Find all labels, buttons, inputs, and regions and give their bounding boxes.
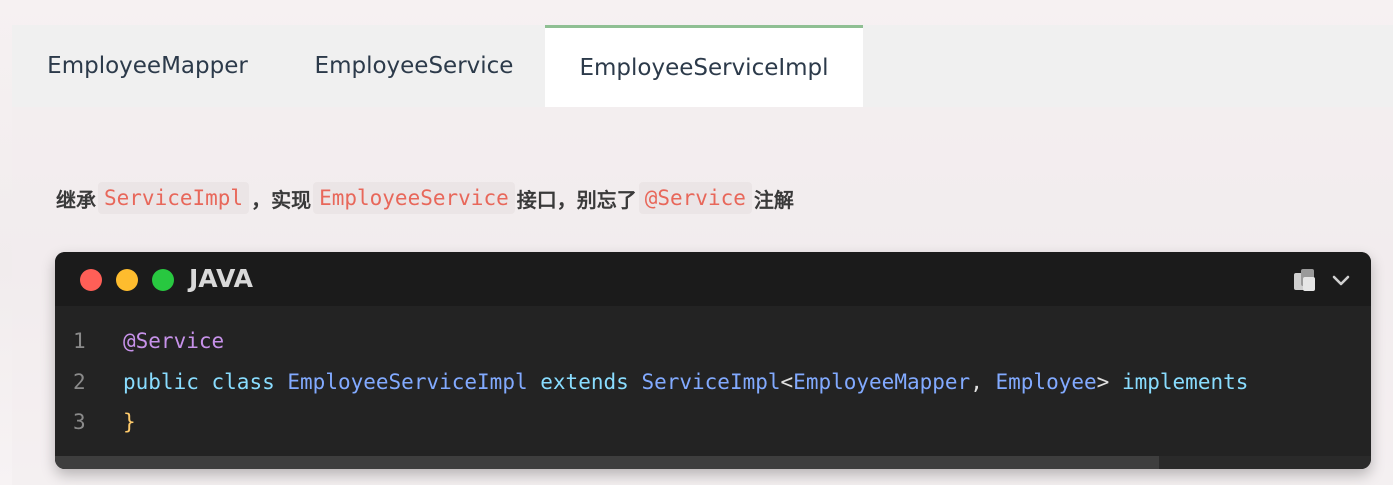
code-block: JAVA 1 @Service 2 public class EmployeeS… bbox=[55, 252, 1371, 469]
code-type: Employee bbox=[995, 370, 1097, 394]
tab-employee-service-impl[interactable]: EmployeeServiceImpl bbox=[545, 25, 863, 107]
tab-employee-mapper[interactable]: EmployeeMapper bbox=[12, 25, 283, 107]
code-line: 2 public class EmployeeServiceImpl exten… bbox=[55, 362, 1371, 402]
description-part-4: 注解 bbox=[753, 187, 794, 212]
code-line-content: public class EmployeeServiceImpl extends… bbox=[123, 362, 1248, 402]
scrollbar-thumb[interactable] bbox=[55, 456, 1159, 469]
code-type: ServiceImpl bbox=[641, 370, 781, 394]
code-keyword: class bbox=[211, 370, 275, 394]
code-brace: } bbox=[123, 410, 136, 434]
code-annotation: @Service bbox=[123, 329, 225, 353]
inline-code-serviceimpl: ServiceImpl bbox=[98, 182, 250, 214]
chevron-down-icon[interactable] bbox=[1329, 268, 1353, 292]
code-class-name: EmployeeServiceImpl bbox=[287, 370, 528, 394]
tab-bar: EmployeeMapper EmployeeService EmployeeS… bbox=[12, 25, 1393, 107]
code-language-label: JAVA bbox=[189, 264, 253, 293]
inline-code-employeeservice: EmployeeService bbox=[313, 182, 515, 214]
line-number: 3 bbox=[73, 410, 86, 434]
description-part-3: 接口，别忘了 bbox=[516, 187, 637, 212]
code-line-content: @Service bbox=[123, 321, 224, 361]
horizontal-scrollbar[interactable] bbox=[55, 456, 1371, 469]
code-keyword: public bbox=[123, 370, 199, 394]
code-punctuation: < bbox=[780, 370, 794, 394]
description-part-1: 继承 bbox=[56, 187, 96, 212]
description-part-2: ，实现 bbox=[251, 187, 312, 212]
code-keyword: implements bbox=[1121, 370, 1249, 394]
code-line: 1 @Service bbox=[55, 321, 1371, 361]
description-text: 继承 ServiceImpl ，实现 EmployeeService 接口，别忘… bbox=[56, 178, 794, 218]
window-close-dot-icon bbox=[80, 269, 102, 291]
code-punctuation: > bbox=[1096, 370, 1110, 394]
line-number: 2 bbox=[73, 370, 86, 394]
window-maximize-dot-icon bbox=[152, 269, 174, 291]
code-block-header: JAVA bbox=[55, 252, 1371, 306]
line-number: 1 bbox=[73, 329, 86, 353]
tab-employee-service[interactable]: EmployeeService bbox=[283, 25, 545, 107]
code-line: 3 } bbox=[55, 402, 1371, 442]
code-body: 1 @Service 2 public class EmployeeServic… bbox=[55, 306, 1371, 456]
window-minimize-dot-icon bbox=[116, 269, 138, 291]
copy-icon[interactable] bbox=[1291, 266, 1319, 294]
code-line-content: } bbox=[123, 402, 136, 442]
code-punctuation: , bbox=[970, 370, 983, 394]
code-keyword: extends bbox=[540, 370, 629, 394]
inline-code-service-annotation: @Service bbox=[638, 182, 752, 214]
code-type: EmployeeMapper bbox=[793, 370, 971, 394]
